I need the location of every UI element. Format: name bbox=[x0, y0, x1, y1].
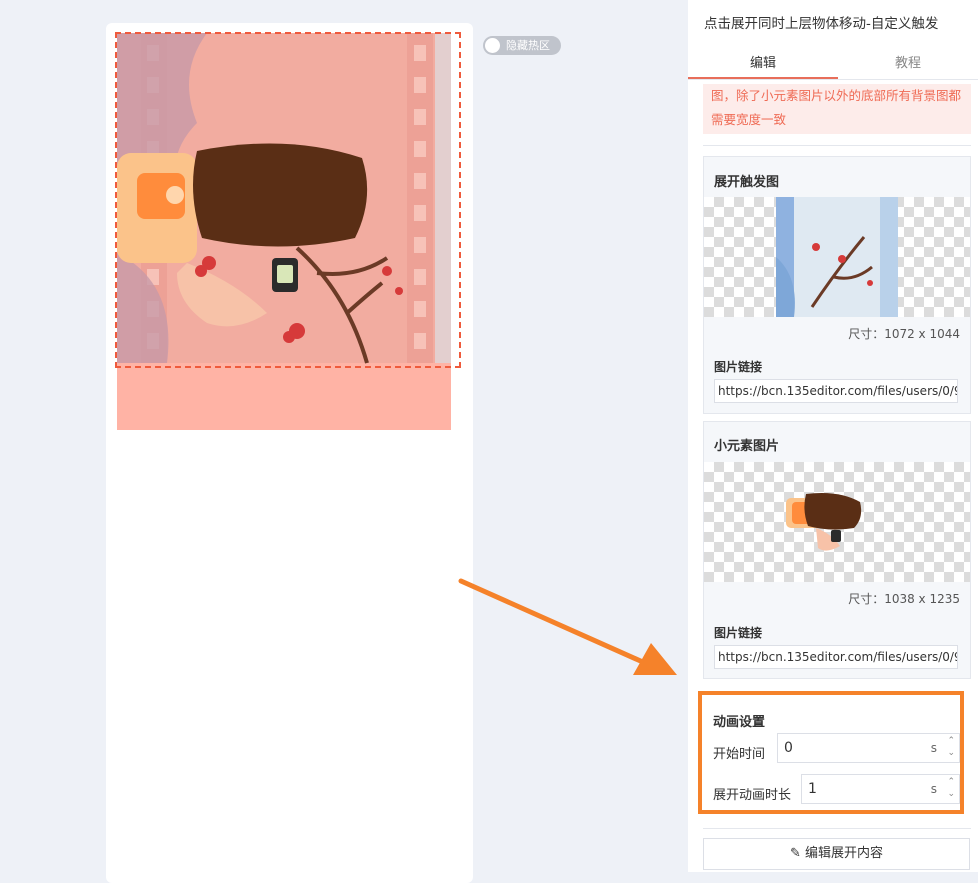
pencil-icon: ✎ bbox=[789, 846, 801, 861]
element-image-preview[interactable] bbox=[704, 462, 970, 582]
duration-label: 展开动画时长 bbox=[713, 788, 792, 803]
trigger-image-preview[interactable] bbox=[704, 197, 970, 317]
trigger-image-size: 尺寸：1072 x 1044 bbox=[848, 327, 960, 341]
element-link-input[interactable]: https://bcn.135editor.com/files/users/0/… bbox=[714, 645, 958, 669]
settings-panel: 点击展开同时上层物体移动-自定义触发 编辑 教程 图，除了小元素图片以外的底部所… bbox=[688, 0, 978, 872]
hotzone-outline[interactable] bbox=[115, 32, 461, 368]
start-time-value: 0 bbox=[784, 740, 793, 756]
hide-hotzone-toggle[interactable]: 隐藏热区 bbox=[483, 36, 561, 55]
duration-unit: s bbox=[930, 782, 937, 796]
duration-value: 1 bbox=[808, 781, 817, 797]
element-link-label: 图片链接 bbox=[714, 626, 763, 640]
start-time-label: 开始时间 bbox=[713, 747, 766, 762]
start-time-input[interactable]: 0 s ⌃ ⌄ bbox=[777, 733, 960, 763]
tab-edit[interactable]: 编辑 bbox=[688, 51, 838, 79]
animation-settings: 动画设置 开始时间 0 s ⌃ ⌄ 展开动画时长 1 s ⌃ ⌄ bbox=[698, 691, 964, 814]
start-time-unit: s bbox=[930, 741, 937, 755]
tab-tutorial[interactable]: 教程 bbox=[838, 51, 978, 79]
element-image-section: 小元素图片 尺寸：1038 x 1235 图片链接 https://bcn.13… bbox=[703, 421, 971, 679]
element-image-title: 小元素图片 bbox=[714, 439, 780, 454]
toggle-label: 隐藏热区 bbox=[506, 39, 550, 52]
panel-title: 点击展开同时上层物体移动-自定义触发 bbox=[704, 16, 939, 32]
duration-input[interactable]: 1 s ⌃ ⌄ bbox=[801, 774, 960, 804]
trigger-image-section: 展开触发图 尺寸：1072 x 1044 图片链接 https://bcn.13… bbox=[703, 156, 971, 414]
divider bbox=[703, 828, 971, 829]
edit-button-label: 编辑展开内容 bbox=[805, 846, 884, 861]
duration-spinner-icon[interactable]: ⌃ ⌄ bbox=[947, 776, 955, 800]
divider bbox=[703, 145, 971, 146]
toggle-knob bbox=[485, 38, 500, 53]
trigger-link-input[interactable]: https://bcn.135editor.com/files/users/0/… bbox=[714, 379, 958, 403]
arrow-annotation bbox=[458, 578, 677, 675]
trigger-link-label: 图片链接 bbox=[714, 360, 763, 374]
panel-tabs: 编辑 教程 bbox=[688, 51, 978, 80]
trigger-image-title: 展开触发图 bbox=[714, 175, 780, 190]
edit-expand-content-button[interactable]: ✎ 编辑展开内容 bbox=[703, 838, 970, 870]
animation-title: 动画设置 bbox=[713, 715, 766, 730]
start-time-spinner-icon[interactable]: ⌃ ⌄ bbox=[947, 735, 955, 759]
tip-notice: 图，除了小元素图片以外的底部所有背景图都需要宽度一致 bbox=[703, 84, 971, 134]
element-image-size: 尺寸：1038 x 1235 bbox=[848, 592, 960, 606]
